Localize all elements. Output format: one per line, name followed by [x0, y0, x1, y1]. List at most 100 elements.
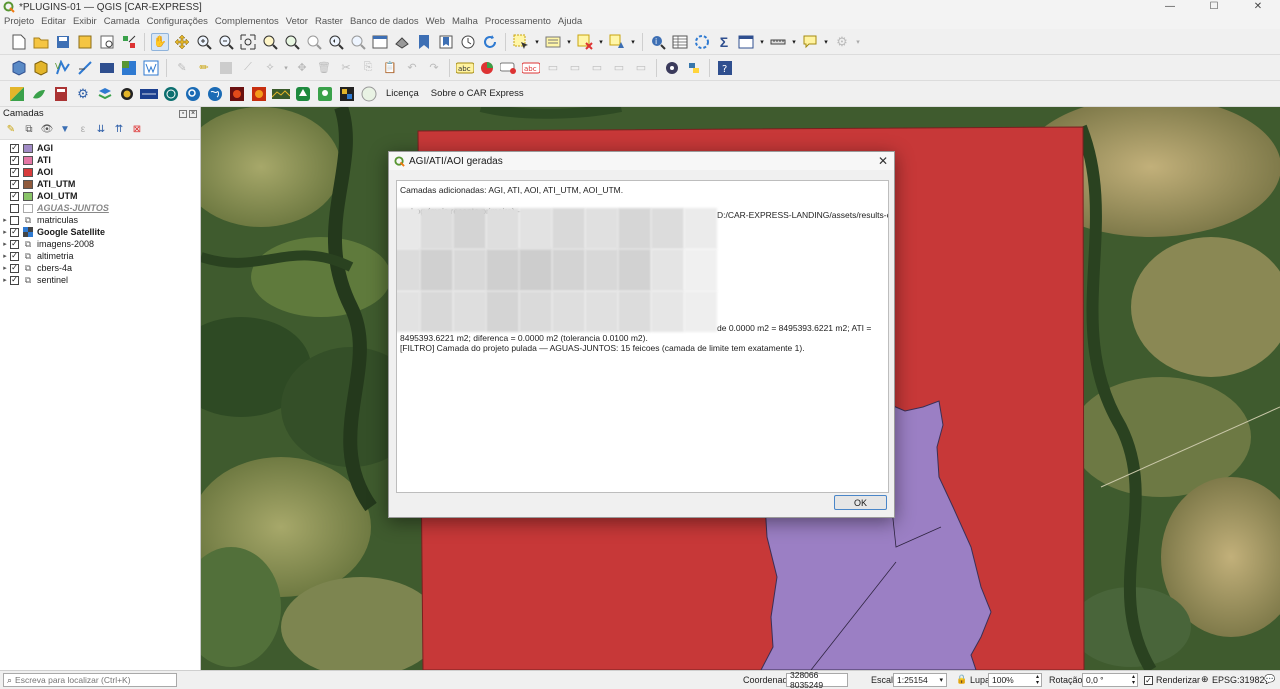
zoom-next-icon[interactable]	[349, 33, 367, 51]
scale-field[interactable]: 1:25154 ▾	[893, 673, 947, 687]
layer-visibility-checkbox[interactable]: ✓	[10, 251, 19, 261]
dropdown-arrow-icon[interactable]: ▾	[283, 59, 289, 77]
delete-selected-icon[interactable]: 🗑	[315, 59, 333, 77]
expand-arrow-icon[interactable]: ▸	[0, 264, 10, 272]
new-map-view-icon[interactable]	[371, 33, 389, 51]
temporal-controller-icon[interactable]	[459, 33, 477, 51]
crs-globe-icon[interactable]: ⊕	[1201, 674, 1209, 685]
dialog-close-icon[interactable]: ✕	[878, 154, 888, 168]
layer-row-aoi-utm[interactable]: ✓ AOI_UTM	[0, 190, 200, 202]
car-tree-icon[interactable]	[294, 85, 312, 103]
add-mesh-icon[interactable]	[98, 59, 116, 77]
coordinate-field[interactable]: 328066 8035249	[786, 670, 848, 689]
close-panel-icon[interactable]: ×	[189, 109, 197, 118]
chevron-down-icon[interactable]: ▾	[939, 676, 943, 684]
rotate-label-icon[interactable]: ▭	[566, 59, 584, 77]
dropdown-arrow-icon[interactable]: ▾	[566, 33, 572, 51]
remove-layer-icon[interactable]: ⊠	[130, 123, 144, 137]
menu-configuracoes[interactable]: Configurações	[143, 16, 211, 27]
help-icon[interactable]: ?	[716, 59, 734, 77]
car-hotspot-icon[interactable]	[250, 85, 268, 103]
style-manager-icon[interactable]	[120, 33, 138, 51]
dropdown-arrow-icon[interactable]: ▾	[630, 33, 636, 51]
expand-arrow-icon[interactable]: ▸	[0, 252, 10, 260]
zoom-full-icon[interactable]	[239, 33, 257, 51]
car-circle-icon[interactable]	[360, 85, 378, 103]
show-hide-label-icon[interactable]: ▭	[610, 59, 628, 77]
open-table-icon[interactable]	[737, 33, 755, 51]
layer-row-cbers-4a[interactable]: ▸ ✓ ⧉ cbers-4a	[0, 262, 200, 274]
measure-line-icon[interactable]	[769, 33, 787, 51]
layer-visibility-checkbox[interactable]: ✓	[10, 239, 19, 249]
car-earth-icon[interactable]	[206, 85, 224, 103]
car-landsat-icon[interactable]	[140, 85, 158, 103]
open-project-icon[interactable]	[32, 33, 50, 51]
data-source-manager-icon[interactable]	[10, 59, 28, 77]
layer-visibility-checkbox[interactable]	[10, 203, 19, 213]
car-fire-icon[interactable]	[228, 85, 246, 103]
menu-projeto[interactable]: Projeto	[0, 16, 37, 27]
layer-row-ati-utm[interactable]: ✓ ATI_UTM	[0, 178, 200, 190]
close-window-button[interactable]: ✕	[1236, 0, 1280, 14]
change-label-icon[interactable]: ▭	[588, 59, 606, 77]
vertex-tool-icon[interactable]: ⟡	[261, 59, 279, 77]
layer-row-aoi[interactable]: ✓ AOI	[0, 166, 200, 178]
layer-row-google-satellite[interactable]: ▸ ✓ Google Satellite	[0, 226, 200, 238]
locator-input[interactable]	[15, 675, 166, 685]
layer-row-altimetria[interactable]: ▸ ✓ ⧉ altimetria	[0, 250, 200, 262]
bookmark-icon[interactable]	[415, 33, 433, 51]
statistics-sigma-icon[interactable]: Σ	[715, 33, 733, 51]
magnifier-field[interactable]: 100% ▴ ▾	[988, 673, 1042, 687]
copy-features-icon[interactable]: ⎘	[359, 59, 377, 77]
print-layout-icon[interactable]	[98, 33, 116, 51]
collapse-all-icon[interactable]: ⇈	[112, 123, 126, 137]
select-by-value-icon[interactable]	[544, 33, 562, 51]
save-edits-icon[interactable]	[217, 59, 235, 77]
ok-button[interactable]: OK	[834, 495, 887, 510]
expand-arrow-icon[interactable]: ▸	[0, 228, 10, 236]
pin-labels-icon[interactable]	[500, 59, 518, 77]
render-checkbox[interactable]: ✓	[1144, 676, 1153, 685]
stepper-arrows-icon[interactable]: ▴ ▾	[1132, 674, 1135, 686]
menu-ajuda[interactable]: Ajuda	[554, 16, 585, 27]
redo-icon[interactable]: ↷	[425, 59, 443, 77]
menu-raster[interactable]: Raster	[311, 16, 346, 27]
cut-features-icon[interactable]: ✂	[337, 59, 355, 77]
attribute-table-icon[interactable]	[671, 33, 689, 51]
layer-visibility-checkbox[interactable]: ✓	[10, 155, 19, 165]
move-feature-icon[interactable]: ✥	[293, 59, 311, 77]
layer-visibility-checkbox[interactable]: ✓	[10, 227, 19, 237]
diagram-options-icon[interactable]	[478, 59, 496, 77]
zoom-native-icon[interactable]	[305, 33, 323, 51]
filter-legend-icon[interactable]: ▼	[58, 123, 72, 137]
sobre-car-express-button[interactable]: Sobre o CAR Express	[431, 88, 524, 99]
car-terrain-icon[interactable]	[272, 85, 290, 103]
filter-expression-icon[interactable]: ε	[76, 123, 90, 137]
highlight-labels-icon[interactable]: abc	[522, 59, 540, 77]
style-layer-icon[interactable]: ✎	[4, 123, 18, 137]
select-features-icon[interactable]	[512, 33, 530, 51]
menu-processamento[interactable]: Processamento	[481, 16, 554, 27]
label-toolbar-icon[interactable]: abc	[456, 59, 474, 77]
menu-malha[interactable]: Malha	[448, 16, 481, 27]
move-label-icon[interactable]: ▭	[544, 59, 562, 77]
layer-row-aguas-juntos[interactable]: AGUAS-JUNTOS	[0, 202, 200, 214]
expand-all-icon[interactable]: ⇊	[94, 123, 108, 137]
layer-visibility-checkbox[interactable]	[10, 215, 19, 225]
car-forest-icon[interactable]	[316, 85, 334, 103]
car-book-icon[interactable]	[52, 85, 70, 103]
add-vector-icon[interactable]: V	[54, 59, 72, 77]
car-sun-icon[interactable]	[118, 85, 136, 103]
messages-icon[interactable]: 💬	[1264, 674, 1275, 685]
show-bookmarks-icon[interactable]	[437, 33, 455, 51]
maximize-button[interactable]: ☐	[1192, 0, 1236, 14]
python-console-icon[interactable]	[685, 59, 703, 77]
add-raster-icon[interactable]	[120, 59, 138, 77]
car-brazil-flag-icon[interactable]	[8, 85, 26, 103]
expand-arrow-icon[interactable]: ▸	[0, 240, 10, 248]
car-gear-icon[interactable]: ⚙	[74, 85, 92, 103]
zoom-selection-icon[interactable]	[261, 33, 279, 51]
car-leaf-icon[interactable]	[30, 85, 48, 103]
locator-search[interactable]: ⌕	[3, 673, 177, 687]
deselect-icon[interactable]	[576, 33, 594, 51]
